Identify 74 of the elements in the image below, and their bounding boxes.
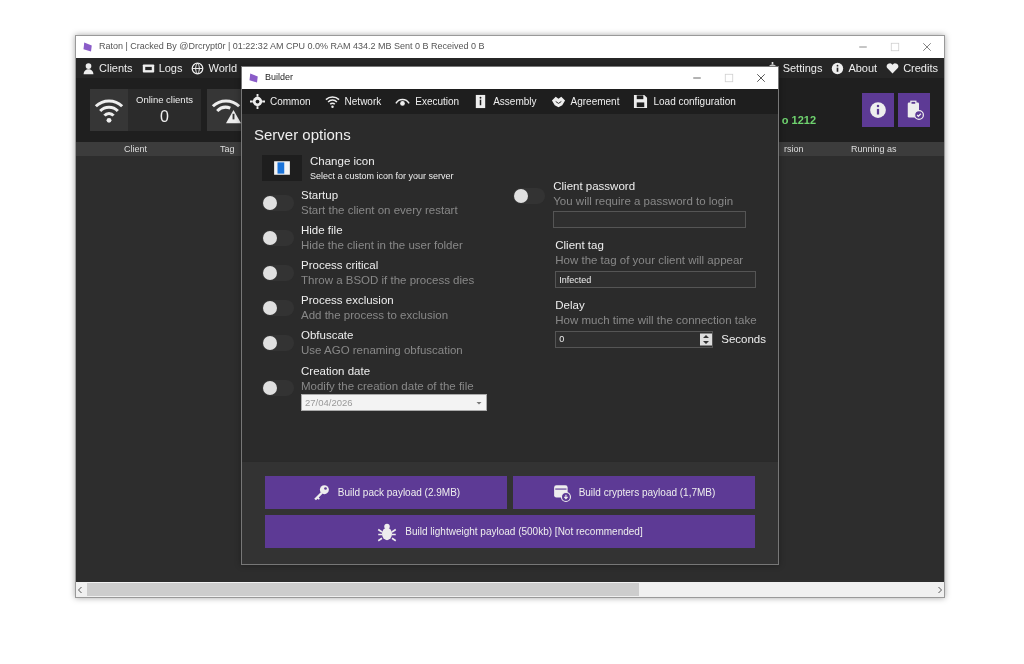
- option-title: Change icon: [310, 153, 376, 169]
- menu-item[interactable]: Credits: [886, 59, 938, 77]
- option-description: Hide the client in the user folder: [301, 237, 463, 253]
- unit-label: Seconds: [721, 332, 766, 348]
- close-icon[interactable]: [756, 73, 766, 83]
- info-icon: [869, 101, 887, 119]
- key-icon: [311, 483, 330, 502]
- handshake-icon: [550, 94, 566, 109]
- option-title: Process critical: [301, 257, 380, 273]
- option-title: Hide file: [301, 222, 344, 238]
- clipboard-button[interactable]: [898, 93, 930, 127]
- scrollbar-thumb[interactable]: [87, 583, 639, 596]
- toggle-switch[interactable]: [262, 299, 294, 316]
- change-icon-button[interactable]: [262, 154, 302, 181]
- option-title: Startup: [301, 187, 340, 203]
- field-description: How much time will the connection take: [555, 313, 758, 329]
- heart-icon: [886, 61, 900, 75]
- field-title: Delay: [555, 298, 586, 314]
- stat-label: Online clients: [136, 92, 194, 107]
- option-description: Use AGO renaming obfuscation: [301, 342, 463, 358]
- option-description: Start the client on every restart: [301, 202, 458, 218]
- window-title: Builder: [265, 71, 293, 85]
- info-button[interactable]: [862, 93, 894, 127]
- close-icon[interactable]: [922, 42, 932, 52]
- option-title: Creation date: [301, 364, 372, 380]
- tab[interactable]: Assembly: [473, 94, 537, 109]
- build-button[interactable]: Build pack payload (2.9MB): [265, 476, 507, 509]
- stat-value: 0: [160, 107, 169, 128]
- port-text: o 1212: [781, 112, 816, 128]
- tab[interactable]: Common: [250, 94, 311, 109]
- app-logo-icon: [82, 41, 94, 53]
- column-header: Running as: [851, 143, 897, 156]
- tab[interactable]: Execution: [395, 94, 460, 109]
- toggle-switch[interactable]: [262, 229, 294, 246]
- field-title: Client tag: [555, 238, 605, 254]
- app-logo-icon: [248, 72, 260, 84]
- build-button[interactable]: Build crypters payload (1,7MB): [513, 476, 755, 509]
- option-title: Obfuscate: [301, 327, 355, 343]
- window-download-icon: [552, 483, 571, 502]
- option-description: Select a custom icon for your server: [310, 169, 454, 183]
- column-header: Client: [124, 143, 147, 156]
- info-icon: [831, 61, 845, 75]
- toggle-switch[interactable]: [262, 194, 294, 211]
- text-field[interactable]: Infected: [555, 271, 757, 289]
- globe-icon: [191, 61, 205, 75]
- field-title: Client password: [553, 179, 637, 195]
- menu-item[interactable]: Clients: [82, 59, 133, 77]
- tab[interactable]: Load configuration: [633, 94, 736, 109]
- menu-item[interactable]: About: [831, 59, 878, 77]
- number-field[interactable]: 0: [555, 331, 714, 349]
- toggle-switch[interactable]: [262, 334, 294, 351]
- column-header: Tag: [220, 143, 235, 156]
- window-title: Raton | Cracked By @Drcrypt0r | 01:22:32 AM CPU 0.0% RAM 434.2 MB Sent 0 B Received 0 B: [99, 40, 485, 54]
- person-icon: [82, 61, 95, 75]
- option-description: Add the process to exclusion: [301, 307, 449, 323]
- card-icon: [141, 61, 155, 75]
- tab[interactable]: Agreement: [550, 94, 620, 109]
- tab[interactable]: Network: [324, 94, 382, 109]
- option-description: Throw a BSOD if the process dies: [301, 272, 475, 288]
- section-heading: Server options: [254, 125, 352, 145]
- wifi-icon: [324, 94, 340, 109]
- build-button[interactable]: Build lightweight payload (500kb) [Not recommended]: [265, 515, 755, 548]
- toggle-switch[interactable]: [513, 188, 546, 205]
- password-field[interactable]: [553, 211, 747, 229]
- option-description: Modify the creation date of the file: [301, 379, 475, 395]
- field-description: You will require a password to login: [553, 194, 735, 210]
- column-header: rsion: [784, 143, 804, 156]
- field-description: How the tag of your client will appear: [555, 253, 745, 269]
- bug-icon: [377, 521, 398, 542]
- option-title: Process exclusion: [301, 292, 395, 308]
- menu-item[interactable]: Logs: [141, 59, 183, 77]
- toggle-switch[interactable]: [262, 264, 294, 281]
- menu-item[interactable]: World: [191, 59, 237, 77]
- spinner-icon[interactable]: [700, 331, 713, 349]
